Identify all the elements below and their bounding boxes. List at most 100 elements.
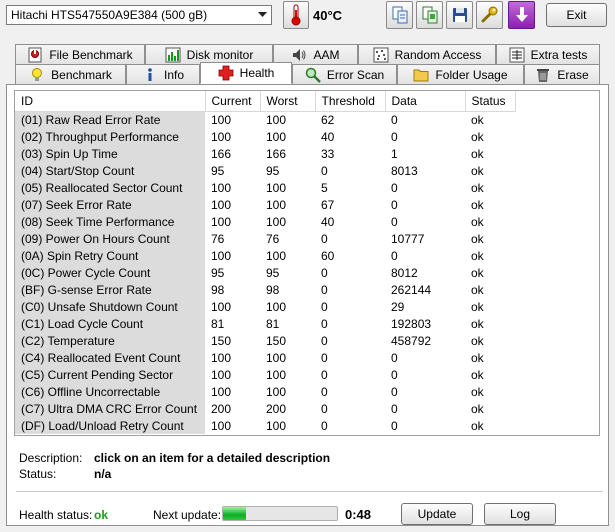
- cell-status: ok: [471, 418, 484, 433]
- copy-screenshot-button[interactable]: [416, 1, 443, 29]
- cell-data: 192803: [391, 316, 432, 331]
- tab-erase[interactable]: Erase: [524, 64, 600, 84]
- cell-current: 95: [211, 265, 225, 280]
- column-header-threshold[interactable]: Threshold: [315, 91, 386, 112]
- tab-health[interactable]: Health: [200, 62, 292, 84]
- cell-worst: 100: [266, 112, 287, 127]
- cell-worst: 100: [266, 367, 287, 382]
- table-row[interactable]: (03) Spin Up Time 166 166 33 1 ok: [15, 145, 515, 162]
- cell-status: ok: [471, 401, 484, 416]
- cell-current: 100: [211, 350, 232, 365]
- cell-worst: 100: [266, 180, 287, 195]
- tab-label: AAM: [313, 47, 340, 62]
- options-button[interactable]: [476, 1, 503, 29]
- cell-current: 100: [211, 112, 232, 127]
- table-row[interactable]: (04) Start/Stop Count 95 95 0 8013 ok: [15, 162, 515, 179]
- table-row[interactable]: (C2) Temperature 150 150 0 458792 ok: [15, 332, 515, 349]
- table-row[interactable]: (C4) Reallocated Event Count 100 100 0 0 ok: [15, 349, 515, 366]
- cell-data: 10777: [391, 231, 425, 246]
- table-row[interactable]: (BF) G-sense Error Rate 98 98 0 262144 ok: [15, 281, 515, 298]
- save-icon: [452, 8, 467, 22]
- exit-button[interactable]: Exit: [546, 3, 607, 27]
- cell-current: 100: [211, 299, 232, 314]
- cell-status: ok: [471, 231, 484, 246]
- cell-current: 100: [211, 214, 232, 229]
- cell-threshold: 0: [321, 384, 328, 399]
- cell-worst: 95: [266, 265, 280, 280]
- cell-worst: 81: [266, 316, 280, 331]
- cell-current: 166: [211, 146, 232, 161]
- tab-disk-monitor[interactable]: Disk monitor: [145, 44, 273, 64]
- column-header-id[interactable]: ID: [15, 91, 206, 112]
- cell-worst: 100: [266, 214, 287, 229]
- table-row[interactable]: (C1) Load Cycle Count 81 81 0 192803 ok: [15, 315, 515, 332]
- table-row[interactable]: (0A) Spin Retry Count 100 100 60 0 ok: [15, 247, 515, 264]
- table-row[interactable]: (0C) Power Cycle Count 95 95 0 8012 ok: [15, 264, 515, 281]
- cell-status: ok: [471, 316, 484, 331]
- cell-status: ok: [471, 282, 484, 297]
- cell-id: (DF) Load/Unload Retry Count: [15, 417, 205, 434]
- cell-current: 95: [211, 163, 225, 178]
- cell-threshold: 0: [321, 333, 328, 348]
- magnifier-icon: [305, 67, 321, 83]
- status-value: n/a: [94, 467, 112, 481]
- temperature-readout: 40°C: [313, 8, 343, 23]
- column-header-worst[interactable]: Worst: [260, 91, 316, 112]
- cell-status: ok: [471, 112, 484, 127]
- tab-extra-tests[interactable]: Extra tests: [496, 44, 600, 64]
- tab-error-scan[interactable]: Error Scan: [292, 64, 397, 84]
- drive-select[interactable]: Hitachi HTS547550A9E384 (500 gB): [6, 5, 272, 25]
- column-header-data[interactable]: Data: [385, 91, 466, 112]
- cell-worst: 100: [266, 129, 287, 144]
- cell-status: ok: [471, 248, 484, 263]
- tab-benchmark[interactable]: Benchmark: [15, 64, 126, 84]
- cell-current: 100: [211, 367, 232, 382]
- cell-data: 29: [391, 299, 405, 314]
- cell-status: ok: [471, 299, 484, 314]
- cell-worst: 100: [266, 248, 287, 263]
- tab-file-benchmark[interactable]: File Benchmark: [15, 44, 145, 64]
- column-header-current[interactable]: Current: [205, 91, 261, 112]
- table-row[interactable]: (C7) Ultra DMA CRC Error Count 200 200 0 0 ok: [15, 400, 515, 417]
- column-header-status[interactable]: Status: [465, 91, 516, 112]
- tab-folder-usage[interactable]: Folder Usage: [397, 64, 524, 84]
- table-row[interactable]: (07) Seek Error Rate 100 100 67 0 ok: [15, 196, 515, 213]
- cell-id: (C4) Reallocated Event Count: [15, 349, 205, 366]
- cell-threshold: 0: [321, 231, 328, 246]
- smart-attributes-table[interactable]: ID Current Worst Threshold Data Status (…: [14, 90, 600, 436]
- cell-id: (C1) Load Cycle Count: [15, 315, 205, 332]
- table-row[interactable]: (05) Reallocated Sector Count 100 100 5 0 ok: [15, 179, 515, 196]
- table-row[interactable]: (DF) Load/Unload Retry Count 100 100 0 0 ok: [15, 417, 515, 434]
- cell-threshold: 0: [321, 316, 328, 331]
- cell-worst: 76: [266, 231, 280, 246]
- tab-info[interactable]: Info: [126, 64, 200, 84]
- speaker-icon: [293, 48, 306, 61]
- red-cross-icon: [218, 65, 234, 81]
- log-button[interactable]: Log: [484, 503, 556, 525]
- cell-data: 0: [391, 350, 398, 365]
- tab-aam[interactable]: AAM: [273, 44, 358, 64]
- table-row[interactable]: (01) Raw Read Error Rate 100 100 62 0 ok: [15, 111, 515, 128]
- chevron-down-icon[interactable]: [254, 6, 271, 24]
- cell-status: ok: [471, 350, 484, 365]
- cell-current: 100: [211, 418, 232, 433]
- table-row[interactable]: (C0) Unsafe Shutdown Count 100 100 0 29 ok: [15, 298, 515, 315]
- drive-select-value: Hitachi HTS547550A9E384 (500 gB): [11, 8, 208, 22]
- health-status-value: ok: [94, 508, 109, 522]
- table-row[interactable]: (C5) Current Pending Sector 100 100 0 0 ok: [15, 366, 515, 383]
- tab-random-access[interactable]: Random Access: [358, 44, 496, 64]
- cell-id: (C7) Ultra DMA CRC Error Count: [15, 400, 205, 417]
- tab-label: Extra tests: [530, 47, 588, 62]
- random-access-icon: [373, 47, 389, 62]
- table-row[interactable]: (08) Seek Time Performance 100 100 40 0 ok: [15, 213, 515, 230]
- tab-label: Random Access: [394, 47, 482, 62]
- update-button[interactable]: Update: [401, 503, 473, 525]
- download-button[interactable]: [508, 1, 535, 29]
- save-button[interactable]: [446, 1, 473, 29]
- copy-button[interactable]: [386, 1, 413, 29]
- table-row[interactable]: (02) Throughput Performance 100 100 40 0 ok: [15, 128, 515, 145]
- cell-threshold: 0: [321, 163, 328, 178]
- temperature-button[interactable]: [283, 1, 309, 29]
- table-row[interactable]: (09) Power On Hours Count 76 76 0 10777 ok: [15, 230, 515, 247]
- table-row[interactable]: (C6) Offline Uncorrectable 100 100 0 0 ok: [15, 383, 515, 400]
